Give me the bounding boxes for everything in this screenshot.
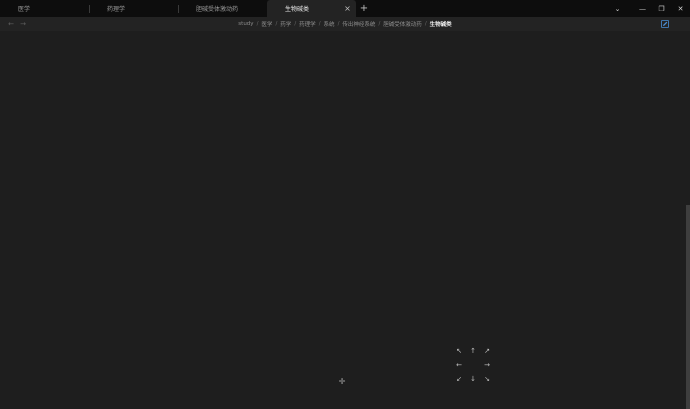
arrow-down-icon[interactable]: ↓ — [466, 372, 480, 386]
tab-danjian-shouti-jidongyao[interactable]: 胆碱受体激动药 — [178, 0, 267, 17]
edit-icon[interactable] — [660, 19, 670, 29]
chevron-down-icon[interactable]: ⌄ — [608, 0, 627, 17]
breadcrumb-item-yaoxue[interactable]: 药学 — [280, 20, 291, 28]
close-window-button[interactable]: ✕ — [671, 0, 690, 17]
restore-button[interactable]: ❐ — [652, 0, 671, 17]
breadcrumb-item-chuanchu-shenjing-xitong[interactable]: 传出神经系统 — [342, 20, 375, 28]
breadcrumb-separator: / — [275, 21, 278, 27]
arrow-right-icon[interactable]: → — [480, 358, 494, 372]
tab-label: 生物碱类 — [285, 6, 310, 13]
tab-label: 药理学 — [107, 6, 126, 13]
arrow-left-icon[interactable]: ← — [452, 358, 466, 372]
breadcrumb-item-yixue[interactable]: 医学 — [261, 20, 272, 28]
window-controls: ⌄ — ❐ ✕ — [608, 0, 690, 17]
breadcrumb-item-danjian-shouti-jidongyao[interactable]: 胆碱受体激动药 — [383, 20, 422, 28]
breadcrumb: study / 医学 / 药学 / 药理学 / 系统 / 传出神经系统 / 胆碱… — [0, 17, 690, 31]
breadcrumb-item-xitong[interactable]: 系统 — [324, 20, 335, 28]
tab-label: 医学 — [18, 6, 31, 13]
breadcrumb-item-current: 生物碱类 — [429, 22, 452, 28]
navigation-bar: ← → study / 医学 / 药学 / 药理学 / 系统 / 传出神经系统 … — [0, 17, 690, 31]
center-view-icon[interactable]: ✛ — [337, 376, 347, 386]
breadcrumb-item-study[interactable]: study — [238, 21, 253, 27]
arrow-up-right-icon[interactable]: ↗ — [480, 344, 494, 358]
close-icon[interactable]: × — [343, 4, 352, 13]
tab-yaolixue[interactable]: 药理学 — [89, 0, 178, 17]
breadcrumb-separator: / — [337, 21, 340, 27]
tab-label: 胆碱受体激动药 — [196, 6, 239, 13]
tab-bar: 医学 药理学 胆碱受体激动药 生物碱类 × + ⌄ — ❐ ✕ — [0, 0, 690, 17]
breadcrumb-separator: / — [378, 21, 381, 27]
vertical-scrollbar[interactable] — [686, 205, 690, 409]
breadcrumb-separator: / — [256, 21, 259, 27]
breadcrumb-separator: / — [424, 21, 427, 27]
breadcrumb-item-yaolixue[interactable]: 药理学 — [299, 20, 316, 28]
tab-shengwujian-lei[interactable]: 生物碱类 × — [267, 0, 356, 17]
arrow-down-right-icon[interactable]: ↘ — [480, 372, 494, 386]
arrow-up-left-icon[interactable]: ↖ — [452, 344, 466, 358]
direction-pad: ↖ ↑ ↗ ← → ↙ ↓ ↘ — [452, 344, 492, 386]
breadcrumb-separator: / — [294, 21, 297, 27]
new-tab-button[interactable]: + — [356, 0, 372, 17]
tab-yixue[interactable]: 医学 — [0, 0, 89, 17]
arrow-down-left-icon[interactable]: ↙ — [452, 372, 466, 386]
breadcrumb-separator: / — [318, 21, 321, 27]
minimize-button[interactable]: — — [633, 0, 652, 17]
arrow-up-icon[interactable]: ↑ — [466, 344, 480, 358]
pad-center — [466, 358, 480, 372]
